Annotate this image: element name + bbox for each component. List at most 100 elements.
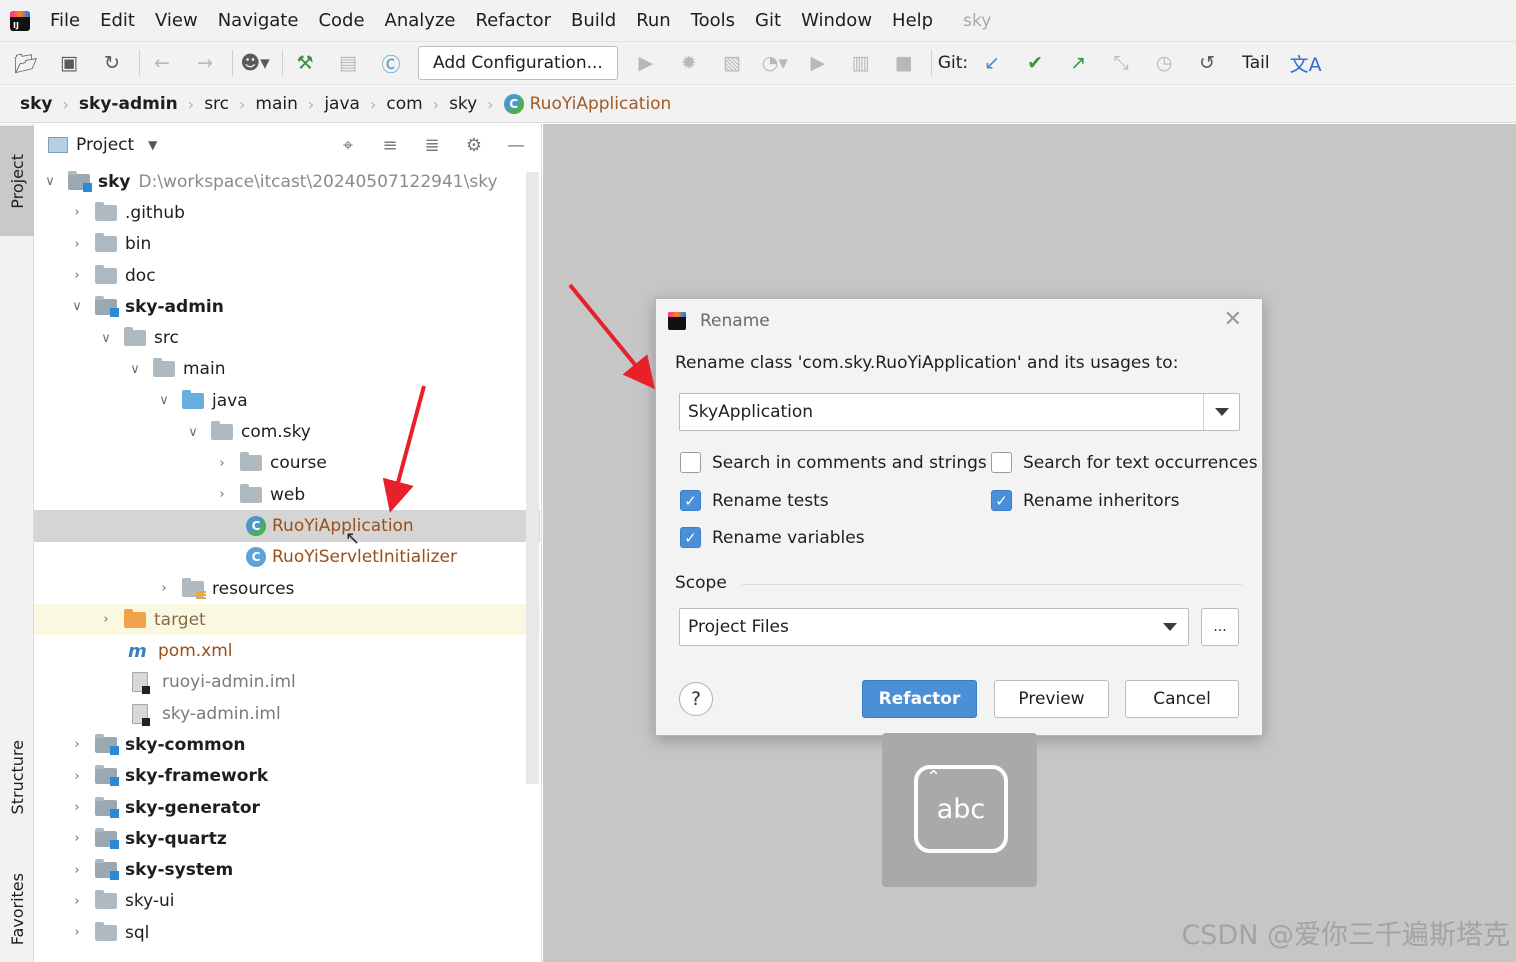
tree-row[interactable]: sky-admin.iml [34, 698, 540, 729]
tree-row[interactable]: ∨ sky-admin [34, 291, 540, 322]
chevron-right-icon[interactable]: › [214, 487, 230, 502]
synchronize-icon[interactable]: ↻ [96, 47, 128, 79]
chevron-right-icon[interactable]: › [69, 863, 85, 878]
chevron-down-icon[interactable]: ∨ [98, 331, 114, 346]
search-comments-checkbox[interactable] [680, 452, 701, 473]
tree-row[interactable]: › web [34, 479, 540, 510]
hide-icon[interactable]: — [501, 130, 531, 160]
tree-row[interactable]: › sql [34, 917, 540, 948]
scope-more-button[interactable]: ... [1201, 608, 1239, 646]
tree-row[interactable]: › course [34, 448, 540, 479]
new-name-history-dropdown[interactable] [1203, 394, 1239, 430]
expand-all-icon[interactable]: ≡ [375, 130, 405, 160]
menu-navigate[interactable]: Navigate [208, 10, 309, 31]
run-icon[interactable]: ▶ [630, 47, 662, 79]
git-compare-icon[interactable]: ⤡ [1105, 47, 1137, 79]
tree-row[interactable]: › sky-generator [34, 792, 540, 823]
user-menu-icon[interactable]: ☻▾ [239, 47, 271, 79]
new-name-input[interactable] [680, 394, 1203, 430]
gear-icon[interactable]: ⚙ [459, 130, 489, 160]
menu-window[interactable]: Window [791, 10, 882, 31]
debug-icon[interactable]: ✹ [673, 47, 705, 79]
git-rollback-icon[interactable]: ↺ [1191, 47, 1223, 79]
breadcrumb-item[interactable]: sky [20, 94, 53, 114]
chevron-down-icon[interactable]: ∨ [185, 425, 201, 440]
tree-row[interactable]: ∨ src [34, 322, 540, 353]
tree-row[interactable]: › sky-quartz [34, 823, 540, 854]
project-view-selector[interactable]: Project [76, 135, 134, 155]
new-name-combobox[interactable] [679, 393, 1240, 431]
tree-row[interactable]: › sky-ui [34, 886, 540, 917]
tree-row[interactable]: › sky-framework [34, 761, 540, 792]
tree-row[interactable]: C RuoYiServletInitializer [34, 542, 540, 573]
menu-file[interactable]: File [40, 10, 90, 31]
rename-inheritors-checkbox[interactable]: ✓ [991, 490, 1012, 511]
tree-row[interactable]: m pom.xml [34, 635, 540, 666]
save-all-icon[interactable]: ▣ [53, 47, 85, 79]
menu-tools[interactable]: Tools [681, 10, 745, 31]
tree-row[interactable]: › bin [34, 229, 540, 260]
breadcrumb-item[interactable]: com [386, 94, 422, 114]
run-dashboard-icon[interactable]: ▶ [802, 47, 834, 79]
back-icon[interactable]: ← [146, 47, 178, 79]
chevron-down-icon[interactable]: ∨ [127, 362, 143, 377]
git-push-icon[interactable]: ↗ [1062, 47, 1094, 79]
menu-build[interactable]: Build [561, 10, 626, 31]
tree-row[interactable]: › .github [34, 197, 540, 228]
tree-row[interactable]: › sky-common [34, 729, 540, 760]
project-tool-tab[interactable]: Project [0, 126, 34, 236]
class-c-icon[interactable]: Ⓒ [375, 47, 407, 79]
rename-variables-option[interactable]: ✓ Rename variables [680, 527, 865, 548]
translate-icon[interactable]: 文A [1290, 47, 1322, 79]
rename-inheritors-option[interactable]: ✓ Rename inheritors [991, 490, 1179, 511]
chevron-right-icon[interactable]: › [69, 769, 85, 784]
tree-row[interactable]: ∨ main [34, 354, 540, 385]
search-comments-option[interactable]: Search in comments and strings [680, 452, 987, 473]
chevron-right-icon[interactable]: › [69, 800, 85, 815]
chevron-right-icon[interactable]: › [69, 925, 85, 940]
chevron-right-icon[interactable]: › [69, 894, 85, 909]
breadcrumb-current[interactable]: C RuoYiApplication [503, 94, 671, 114]
rename-tests-option[interactable]: ✓ Rename tests [680, 490, 829, 511]
tree-row-selected[interactable]: C RuoYiApplication [34, 510, 540, 542]
coverage-icon[interactable]: ▧ [716, 47, 748, 79]
preview-button[interactable]: Preview [994, 680, 1109, 718]
menu-edit[interactable]: Edit [90, 10, 145, 31]
profile-icon[interactable]: ◔▾ [759, 47, 791, 79]
git-update-icon[interactable]: ↙ [976, 47, 1008, 79]
refactor-button[interactable]: Refactor [862, 680, 977, 718]
help-button[interactable]: ? [679, 682, 713, 716]
open-folder-icon[interactable]: 📂︎ [10, 47, 42, 79]
git-commit-icon[interactable]: ✔ [1019, 47, 1051, 79]
menu-code[interactable]: Code [308, 10, 374, 31]
chevron-down-icon[interactable]: ∨ [156, 393, 172, 408]
add-configuration-button[interactable]: Add Configuration... [418, 46, 618, 80]
tree-row[interactable]: ∨ java [34, 385, 540, 416]
dropdown-caret-icon[interactable]: ▼ [148, 138, 157, 152]
tail-button[interactable]: Tail [1242, 53, 1269, 73]
chevron-down-icon[interactable]: ∨ [42, 174, 58, 189]
rename-tests-checkbox[interactable]: ✓ [680, 490, 701, 511]
structure-tool-tab[interactable]: Structure [0, 722, 34, 832]
tree-row[interactable]: ∨ sky D:\workspace\itcast\20240507122941… [34, 166, 540, 197]
build-hammer-icon[interactable]: ⚒ [289, 47, 321, 79]
menu-run[interactable]: Run [626, 10, 681, 31]
scope-dropdown[interactable] [1152, 609, 1188, 645]
chevron-right-icon[interactable]: › [69, 268, 85, 283]
tree-row[interactable]: › resources [34, 573, 540, 604]
chevron-right-icon[interactable]: › [69, 205, 85, 220]
breadcrumb-item[interactable]: main [255, 94, 297, 114]
tree-row[interactable]: › sky-system [34, 855, 540, 886]
menu-help[interactable]: Help [882, 10, 943, 31]
dialog-titlebar[interactable]: Rename ✕ [656, 299, 1262, 343]
breadcrumb-item[interactable]: java [324, 94, 360, 114]
breadcrumb-item[interactable]: sky-admin [79, 94, 178, 114]
chevron-right-icon[interactable]: › [156, 581, 172, 596]
menu-git[interactable]: Git [745, 10, 791, 31]
tree-scrollbar[interactable] [526, 172, 539, 784]
chevron-right-icon[interactable]: › [214, 456, 230, 471]
stop-icon[interactable]: ■ [888, 47, 920, 79]
tree-row[interactable]: ruoyi-admin.iml [34, 667, 540, 698]
search-text-checkbox[interactable] [991, 452, 1012, 473]
collapse-all-icon[interactable]: ≣ [417, 130, 447, 160]
